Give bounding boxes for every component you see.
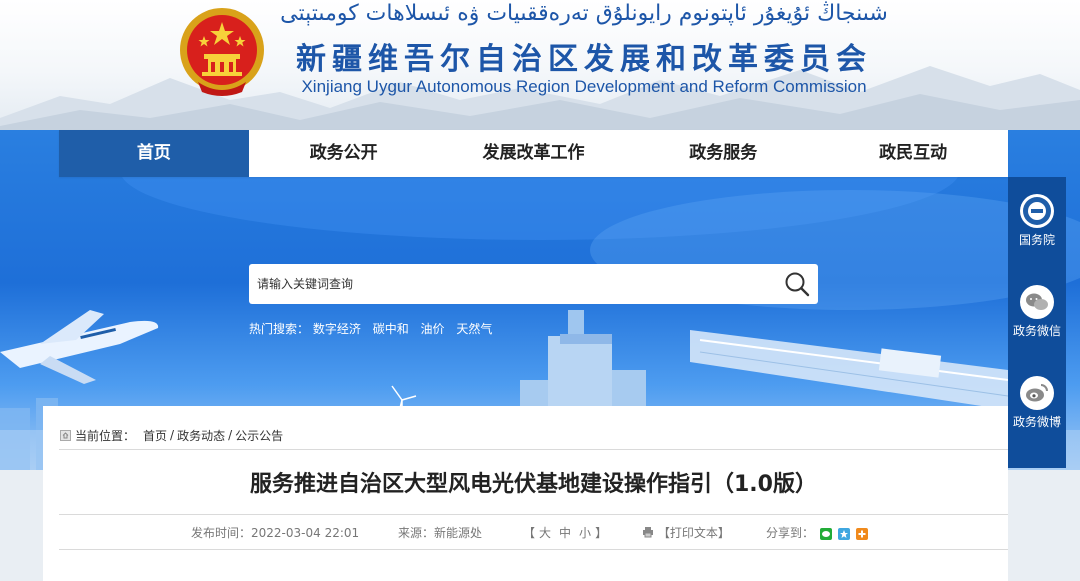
- breadcrumb-label: 当前位置：: [75, 428, 136, 443]
- divider: [59, 549, 1008, 550]
- hot-search-label: 热门搜索：: [249, 322, 310, 336]
- airplane-graphic: [0, 310, 159, 384]
- source-label: 来源：: [398, 526, 435, 540]
- wechat-share-icon[interactable]: [819, 527, 832, 540]
- location-icon: [60, 429, 71, 441]
- side-label: 国务院: [1018, 233, 1055, 247]
- breadcrumb-home[interactable]: 首页: [143, 427, 167, 444]
- search-input[interactable]: [249, 264, 769, 304]
- font-bracket-close: 】: [595, 526, 608, 540]
- share-bar: 分享到：: [766, 524, 868, 541]
- national-emblem-icon: [180, 8, 264, 96]
- breadcrumb-separator: /: [228, 428, 233, 442]
- nav-item-reform-work[interactable]: 发展改革工作: [439, 130, 629, 177]
- publish-time: 2022-03-04 22:01: [251, 526, 360, 540]
- divider: [59, 514, 1008, 515]
- hot-keyword-digital-economy[interactable]: 数字经济: [313, 322, 361, 336]
- font-size-small[interactable]: 小: [579, 526, 591, 540]
- article-title: 服务推进自治区大型风电光伏基地建设操作指引（1.0版）: [250, 472, 817, 497]
- font-size-large[interactable]: 大: [539, 526, 551, 540]
- publish-label: 发布时间：: [191, 526, 252, 540]
- nav-item-government-affairs[interactable]: 政务公开: [249, 130, 439, 177]
- font-bracket-open: 【: [523, 526, 536, 540]
- hot-search: 热门搜索： 数字经济 碳中和 油价 天然气: [249, 320, 500, 338]
- main-nav: 首页 政务公开 发展改革工作 政务服务 政民互动: [59, 130, 1008, 177]
- bridge-graphic: [690, 330, 1009, 410]
- site-title: 新疆维吾尔自治区发展和改革委员会: [296, 42, 872, 77]
- divider: [59, 449, 1008, 450]
- share-label: 分享到：: [766, 526, 815, 540]
- article-meta: 发布时间：2022-03-04 22:01 来源：新能源处 【大中小】 【打印文…: [59, 524, 1008, 542]
- source-value: 新能源处: [434, 526, 483, 540]
- side-item-state-council[interactable]: 国务院: [1008, 194, 1066, 248]
- weibo-icon: [1026, 384, 1048, 402]
- breadcrumb-news[interactable]: 政务动态: [177, 427, 225, 444]
- nav-item-interaction[interactable]: 政民互动: [818, 130, 1008, 177]
- nav-item-services[interactable]: 政务服务: [628, 130, 818, 177]
- qzone-share-icon[interactable]: [837, 527, 850, 540]
- site-title-english: Xinjiang Uygur Autonomous Region Develop…: [301, 77, 867, 96]
- search-box: [249, 264, 818, 304]
- breadcrumb-notices[interactable]: 公示公告: [235, 427, 283, 444]
- breadcrumb-separator: /: [170, 428, 175, 442]
- hot-keyword-oil-price[interactable]: 油价: [421, 322, 445, 336]
- state-council-icon: [1023, 197, 1051, 225]
- wechat-icon: [1026, 293, 1048, 310]
- nav-item-home[interactable]: 首页: [59, 130, 249, 177]
- font-size-controls: 【大中小】: [523, 524, 607, 541]
- side-item-wechat[interactable]: 政务微信: [1008, 285, 1066, 339]
- print-label: 【打印文本】: [657, 526, 730, 540]
- side-label: 政务微博: [1012, 415, 1061, 429]
- hot-keyword-natural-gas[interactable]: 天然气: [456, 322, 492, 336]
- font-size-medium[interactable]: 中: [559, 526, 571, 540]
- site-header: شىنجاڭ ئۇيغۇر ئاپتونوم رايونلۇق تەرەققىي…: [0, 0, 1080, 130]
- publish-info: 发布时间：2022-03-04 22:01: [191, 524, 359, 541]
- hot-keyword-carbon-neutral[interactable]: 碳中和: [373, 322, 409, 336]
- more-share-icon[interactable]: [855, 527, 868, 540]
- source-info: 来源：新能源处: [398, 524, 482, 541]
- print-button[interactable]: 【打印文本】: [642, 524, 730, 541]
- side-quick-links: 国务院 政务微信 政务微博: [1008, 177, 1066, 468]
- breadcrumb: 当前位置： 首页 / 政务动态 / 公示公告: [60, 427, 283, 443]
- printer-icon: [643, 527, 653, 538]
- side-item-weibo[interactable]: 政务微博: [1008, 376, 1066, 430]
- search-icon[interactable]: [784, 271, 810, 297]
- site-title-uyghur: شىنجاڭ ئۇيغۇر ئاپتونوم رايونلۇق تەرەققىي…: [280, 1, 888, 26]
- side-label: 政务微信: [1012, 324, 1061, 338]
